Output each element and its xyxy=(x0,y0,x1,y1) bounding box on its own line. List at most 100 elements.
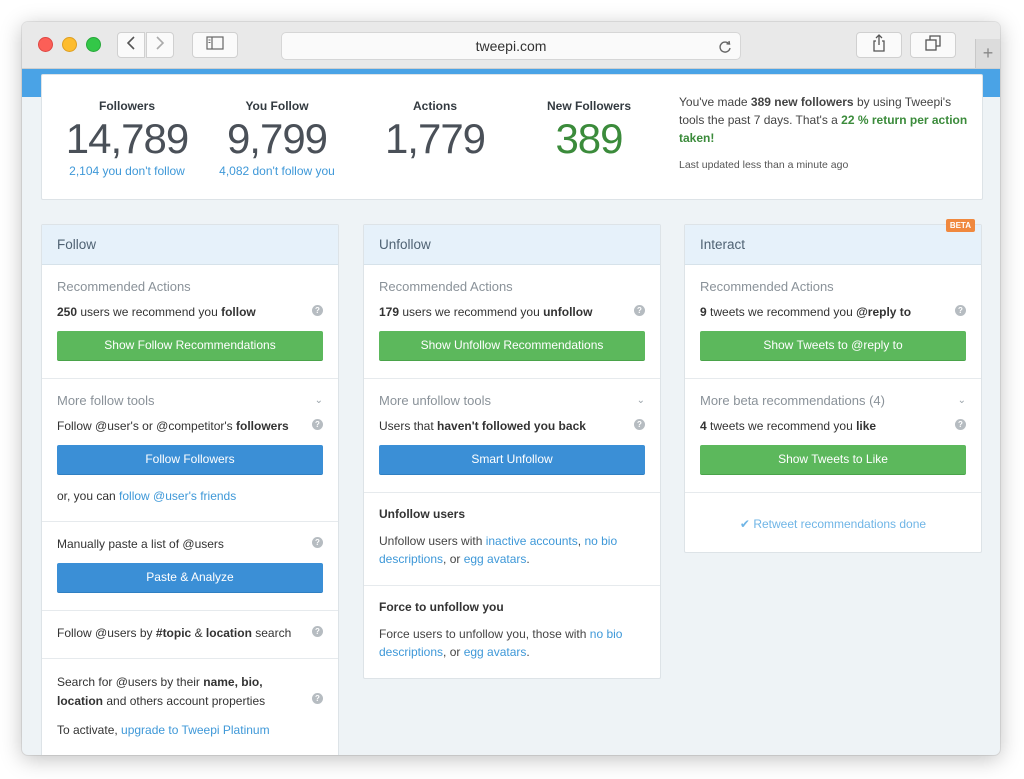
force-unfollow-section: Force to unfollow you Force users to unf… xyxy=(364,586,660,678)
minimize-window-button[interactable] xyxy=(62,37,77,52)
not-followed-back-prefix: Users that xyxy=(379,419,438,433)
help-icon[interactable]: ? xyxy=(955,305,966,316)
unfollow-users-text: Unfollow users with inactive accounts, n… xyxy=(379,532,645,568)
show-follow-recommendations-button[interactable]: Show Follow Recommendations xyxy=(57,331,323,361)
inactive-accounts-link[interactable]: inactive accounts xyxy=(486,534,578,548)
help-icon[interactable]: ? xyxy=(955,419,966,430)
help-icon[interactable]: ? xyxy=(312,693,323,704)
help-icon[interactable]: ? xyxy=(312,626,323,637)
maximize-window-button[interactable] xyxy=(86,37,101,52)
section-title: Recommended Actions xyxy=(57,279,191,294)
followers-emphasis: followers xyxy=(236,419,289,433)
paste-users-label: Manually paste a list of @users xyxy=(57,537,224,551)
egg-avatars-link[interactable]: egg avatars xyxy=(464,552,527,566)
forward-button[interactable] xyxy=(146,32,174,58)
chevron-down-icon[interactable]: ⌄ xyxy=(637,395,645,406)
follow-friends-link[interactable]: follow @user's friends xyxy=(119,489,236,503)
help-icon[interactable]: ? xyxy=(312,537,323,548)
chevron-left-icon xyxy=(126,35,136,55)
you-follow-stat: You Follow 9,799 4,082 don't follow you xyxy=(202,75,352,178)
new-tab-button[interactable]: + xyxy=(975,39,1000,68)
unfollow-recommended-section: Recommended Actions 179 users we recomme… xyxy=(364,265,660,379)
followers-not-followed-link[interactable]: 2,104 you don't follow xyxy=(52,164,202,178)
paste-users-section: Manually paste a list of @users? Paste &… xyxy=(42,522,338,611)
upgrade-platinum-link[interactable]: upgrade to Tweepi Platinum xyxy=(121,723,270,737)
retweet-done-status: ✔ Retweet recommendations done xyxy=(685,493,981,552)
more-beta-toggle[interactable]: More beta recommendations (4) xyxy=(700,393,966,408)
check-icon: ✔ xyxy=(739,517,750,531)
help-icon[interactable]: ? xyxy=(634,305,645,316)
section-title: Recommended Actions xyxy=(700,279,834,294)
activate-text: To activate, upgrade to Tweepi Platinum xyxy=(57,722,323,738)
activate-prefix: To activate, xyxy=(57,723,122,737)
sidebar-icon xyxy=(206,35,224,55)
recommendation-count: 179 xyxy=(379,305,400,319)
interact-recommended-section: Recommended Actions 9 tweets we recommen… xyxy=(685,265,981,379)
show-tweets-reply-button[interactable]: Show Tweets to @reply to xyxy=(700,331,966,361)
followers-label: Followers xyxy=(98,99,155,113)
browser-window: tweepi.com + Followers 14,789 2,104 you … xyxy=(22,22,1000,755)
actions-label: Actions xyxy=(412,99,457,113)
chevron-right-icon xyxy=(155,35,165,55)
show-unfollow-recommendations-button[interactable]: Show Unfollow Recommendations xyxy=(379,331,645,361)
share-icon xyxy=(872,33,886,57)
url-text: tweepi.com xyxy=(475,38,547,54)
more-follow-tools-toggle[interactable]: More follow tools xyxy=(57,393,323,408)
beta-badge: BETA xyxy=(945,219,975,232)
section-title: Recommended Actions xyxy=(379,279,513,294)
paste-analyze-button[interactable]: Paste & Analyze xyxy=(57,563,323,593)
topic-search-prefix: Follow @users by xyxy=(57,626,156,640)
recommendation-text: tweets we recommend you xyxy=(706,305,857,319)
follow-recommended-section: Recommended Actions 250 users we recomme… xyxy=(42,265,338,379)
tabs-icon xyxy=(925,34,941,56)
chevron-down-icon[interactable]: ⌄ xyxy=(958,395,966,406)
profile-search-suffix: and others account properties xyxy=(103,694,266,708)
not-following-back-link[interactable]: 4,082 don't follow you xyxy=(202,164,352,178)
follow-panel: Follow Recommended Actions 250 users we … xyxy=(41,224,339,755)
unfollow-users-period: . xyxy=(526,552,530,566)
actions-stat: Actions 1,779 xyxy=(360,75,510,161)
actions-value: 1,779 xyxy=(384,115,486,162)
topic-search-joiner: & xyxy=(191,626,206,640)
last-updated-text: Last updated less than a minute ago xyxy=(679,159,849,171)
help-icon[interactable]: ? xyxy=(634,419,645,430)
recommendation-count: 250 xyxy=(57,305,78,319)
new-followers-label: New Followers xyxy=(546,99,632,113)
topic-keyword: #topic xyxy=(155,626,192,640)
you-follow-value: 9,799 xyxy=(226,115,328,162)
reload-icon[interactable] xyxy=(718,33,732,59)
unfollow-panel-title: Unfollow xyxy=(364,225,660,265)
new-followers-stat: New Followers 389 xyxy=(514,75,664,161)
topic-search-suffix: search xyxy=(251,626,292,640)
more-unfollow-tools-toggle[interactable]: More unfollow tools xyxy=(379,393,645,408)
smart-unfollow-button[interactable]: Smart Unfollow xyxy=(379,445,645,475)
sidebar-toggle-button[interactable] xyxy=(192,32,238,58)
address-bar[interactable]: tweepi.com xyxy=(281,32,741,60)
stats-message-new-followers: 389 new followers xyxy=(750,95,854,109)
show-tweets-like-button[interactable]: Show Tweets to Like xyxy=(700,445,966,475)
help-icon[interactable]: ? xyxy=(312,305,323,316)
follow-followers-description: Follow @user's or @competitor's xyxy=(57,419,236,433)
unfollow-users-prefix: Unfollow users with xyxy=(379,534,486,548)
recommendation-text: users we recommend you xyxy=(77,305,222,319)
share-button[interactable] xyxy=(856,32,902,58)
follow-followers-button[interactable]: Follow Followers xyxy=(57,445,323,475)
back-button[interactable] xyxy=(117,32,145,58)
force-unfollow-separator: , or xyxy=(443,645,464,659)
not-followed-back-text: Users that haven't followed you back? xyxy=(379,418,645,434)
recommendation-text: users we recommend you xyxy=(399,305,544,319)
topic-search-section[interactable]: Follow @users by #topic & location searc… xyxy=(42,611,338,659)
help-icon[interactable]: ? xyxy=(312,419,323,430)
close-window-button[interactable] xyxy=(38,37,53,52)
unfollow-recommendation-text: 179 users we recommend you unfollow? xyxy=(379,304,645,320)
chevron-down-icon[interactable]: ⌄ xyxy=(315,395,323,406)
paste-users-text: Manually paste a list of @users? xyxy=(57,536,323,552)
follow-panel-title: Follow xyxy=(42,225,338,265)
egg-avatars-link[interactable]: egg avatars xyxy=(464,645,527,659)
recommendation-count: 9 xyxy=(700,305,707,319)
more-unfollow-tools-section: More unfollow tools ⌄ Users that haven't… xyxy=(364,379,660,493)
like-action: like xyxy=(856,419,877,433)
tabs-overview-button[interactable] xyxy=(910,32,956,58)
retweet-done-text: Retweet recommendations done xyxy=(753,517,927,531)
unfollow-users-section: Unfollow users Unfollow users with inact… xyxy=(364,493,660,586)
